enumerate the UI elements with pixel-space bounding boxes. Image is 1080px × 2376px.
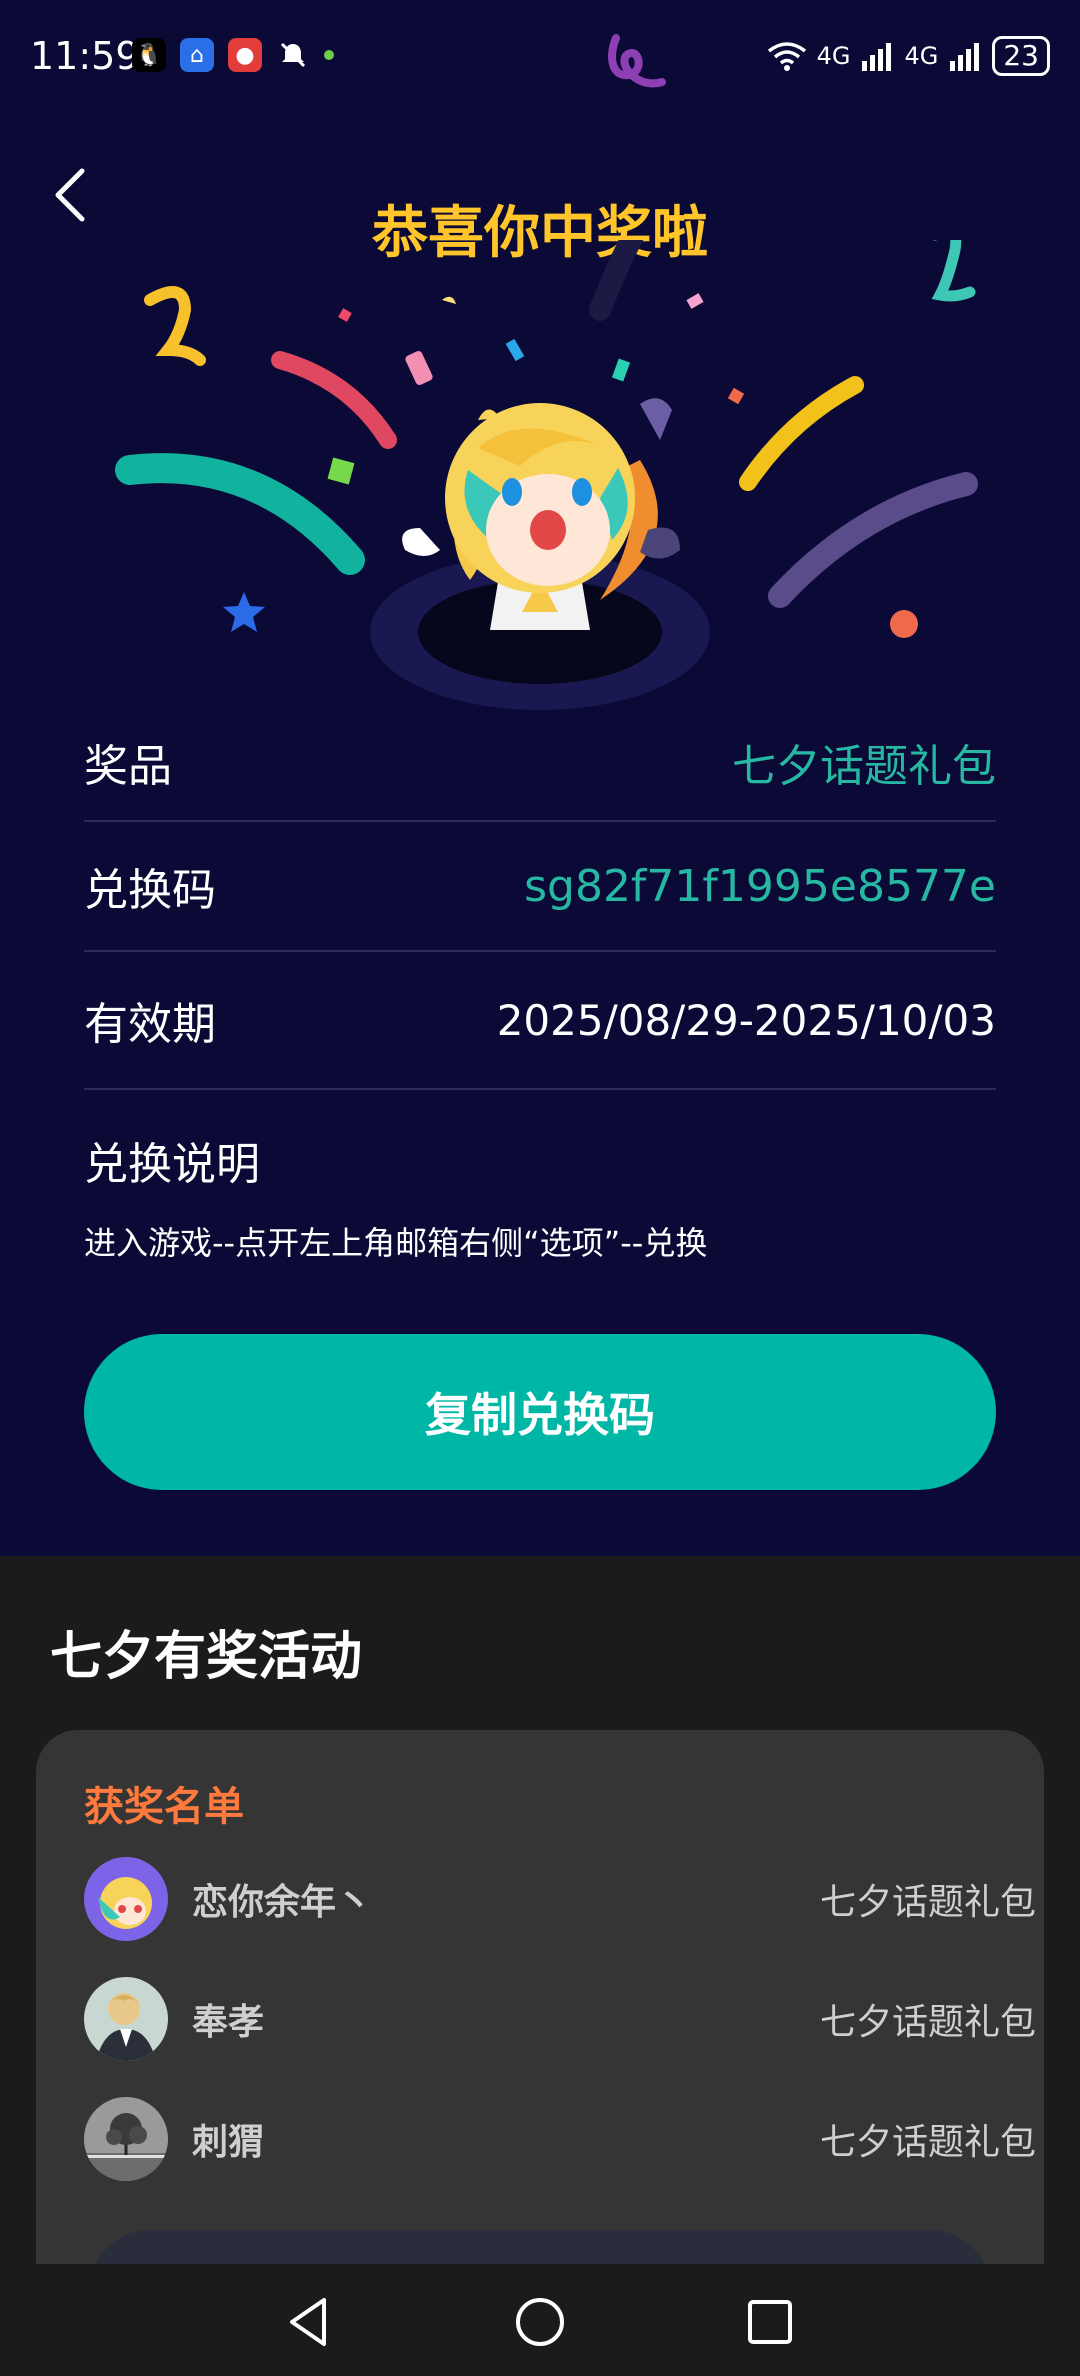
winner-prize: 七夕话题礼包 xyxy=(819,2002,1036,2043)
app-icon: ⌂ xyxy=(180,38,214,72)
winner-prize: 七夕话题礼包 xyxy=(819,2122,1036,2163)
nav-home-icon[interactable] xyxy=(510,2292,570,2352)
notification-icons: 🐧 ⌂ ● xyxy=(132,38,334,72)
activity-section: 七夕有奖活动 获奖名单 恋你余年丶 七夕话题礼包 奉孝 七夕话题礼包 刺猬 七夕… xyxy=(0,1556,1080,2350)
code-row: 兑换码 sg82f71f1995e8577e xyxy=(84,822,996,952)
qq-icon: 🐧 xyxy=(132,38,166,72)
validity-row: 有效期 2025/08/29-2025/10/03 xyxy=(84,952,996,1090)
redeem-code[interactable]: sg82f71f1995e8577e xyxy=(524,861,996,912)
prize-label: 奖品 xyxy=(84,741,172,792)
logo-icon xyxy=(608,34,666,88)
activity-title: 七夕有奖活动 xyxy=(50,1627,363,1687)
system-nav-bar xyxy=(0,2264,1080,2376)
prize-value: 七夕话题礼包 xyxy=(732,741,996,792)
status-dot xyxy=(324,50,334,60)
validity-value: 2025/08/29-2025/10/03 xyxy=(496,995,996,1045)
code-label: 兑换码 xyxy=(84,865,216,916)
avatar xyxy=(84,1977,168,2061)
prize-details: 奖品 七夕话题礼包 兑换码 sg82f71f1995e8577e 有效期 202… xyxy=(84,704,996,1264)
avatar xyxy=(84,2097,168,2181)
winner-name: 奉孝 xyxy=(192,2002,265,2043)
validity-label: 有效期 xyxy=(84,999,216,1050)
wifi-icon xyxy=(767,42,806,71)
winner-row: 奉孝 七夕话题礼包 xyxy=(84,1974,1036,2064)
instructions-text: 进入游戏--点开左上角邮箱右侧“选项”--兑换 xyxy=(84,1224,708,1262)
network-type-1: 4G xyxy=(816,42,851,70)
status-bar: 11:59 🐧 ⌂ ● 4G 4G 23 xyxy=(0,0,1080,120)
copy-code-button[interactable]: 复制兑换码 xyxy=(84,1334,996,1490)
signal-icon-1 xyxy=(862,43,892,71)
nav-recents-icon[interactable] xyxy=(740,2292,800,2352)
signal-icon-2 xyxy=(950,43,980,71)
winners-card: 获奖名单 恋你余年丶 七夕话题礼包 奉孝 七夕话题礼包 刺猬 七夕话题礼包 xyxy=(36,1730,1044,2350)
winner-prize: 七夕话题礼包 xyxy=(819,1882,1036,1923)
winner-row: 恋你余年丶 七夕话题礼包 xyxy=(84,1854,1036,1944)
network-type-2: 4G xyxy=(904,42,939,70)
winner-name: 刺猬 xyxy=(192,2122,265,2163)
winner-row: 刺猬 七夕话题礼包 xyxy=(84,2094,1036,2184)
status-time: 11:59 xyxy=(30,34,140,78)
winners-title: 获奖名单 xyxy=(84,1784,244,1830)
winner-name: 恋你余年丶 xyxy=(192,1882,373,1923)
instructions-title: 兑换说明 xyxy=(84,1139,260,1190)
nav-back-icon[interactable] xyxy=(280,2292,340,2352)
avatar xyxy=(84,1857,168,1941)
prize-row: 奖品 七夕话题礼包 xyxy=(84,704,996,822)
prize-screen: 11:59 🐧 ⌂ ● 4G 4G 23 恭喜你中奖啦 奖品 七夕话题礼包 兑换… xyxy=(0,0,1080,1556)
battery-indicator: 23 xyxy=(992,36,1050,76)
status-right: 4G 4G 23 xyxy=(767,36,1050,76)
map-icon: ● xyxy=(228,38,262,72)
celebration-illustration xyxy=(115,240,978,710)
bell-muted-icon xyxy=(276,38,310,72)
